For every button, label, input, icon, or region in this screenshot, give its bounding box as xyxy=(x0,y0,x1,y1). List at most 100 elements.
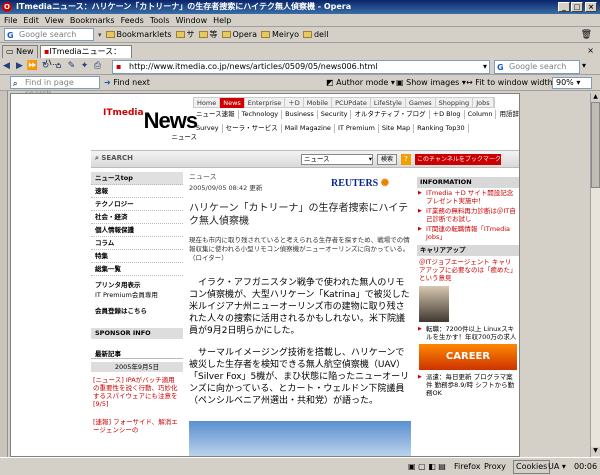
trash-icon[interactable]: 🗑 xyxy=(581,30,592,40)
search-dropdown-icon[interactable]: ▾ xyxy=(98,31,102,39)
bookmark-tou[interactable]: 等 xyxy=(198,29,218,40)
ad-item-1[interactable]: 転職：7200件以上 Linuxスキルを生かす！年収700万の求人 xyxy=(417,324,519,342)
nav-security[interactable]: Security xyxy=(318,110,352,119)
tab-itmedia[interactable]: ▪ITmediaニュース：ハ... xyxy=(40,45,132,67)
info-item-1[interactable]: ITmedia ＋D サイト開設記念プレゼント実施中！ xyxy=(417,188,519,206)
nav-ranking[interactable]: Ranking Top30 xyxy=(414,124,469,133)
home-icon[interactable]: ⌂ xyxy=(52,60,65,73)
site-logo[interactable]: ITmediaNews ニュース xyxy=(103,108,198,141)
tab-pcupdate[interactable]: PCUPdate xyxy=(332,98,371,108)
nav-column[interactable]: Column xyxy=(465,110,497,119)
ad-item-2[interactable]: 派遣：毎日更新 プログラマ案件 勤務歩8.9/時 シフトから勤務OK xyxy=(417,372,519,398)
search-dropdown-icon[interactable]: ▾ xyxy=(582,61,586,70)
info-item-3[interactable]: IT関連の転職情報「ITmedia Jobs」 xyxy=(417,224,519,242)
leftnav-privacy[interactable]: 個人情報保護 xyxy=(91,224,183,237)
member-register-link[interactable]: 会員登録はこちら xyxy=(95,305,147,315)
latest-news-1[interactable]: [ニュース] IPAがバッチ適用の重要性を説く行動、巧妙化するスパイウェアにも注… xyxy=(93,376,181,408)
tab-mobile[interactable]: Mobile xyxy=(304,98,333,108)
nav-glossary[interactable]: 用語辞典 xyxy=(496,110,519,119)
nav-site-map[interactable]: Site Map xyxy=(379,124,415,133)
leftnav-news-top[interactable]: ニュースtop xyxy=(91,172,183,185)
menu-help[interactable]: Help xyxy=(213,14,231,26)
tab-shopping[interactable]: Shopping xyxy=(436,98,474,108)
search-category-select[interactable]: ニュース ▾ xyxy=(301,154,373,165)
bookmark-icon[interactable]: ✎ xyxy=(65,60,78,73)
show-images-button[interactable]: ▣ Show images ▾ xyxy=(396,77,466,89)
dropdown-icon[interactable]: ▾ xyxy=(483,61,487,73)
info-item-2[interactable]: IT業務の無料再力診断は＠IT自己診断でお試し xyxy=(417,206,519,224)
nav-survey[interactable]: Survey xyxy=(193,124,223,133)
tab-enterprise[interactable]: Enterprise xyxy=(245,98,286,108)
wand-icon[interactable]: ✦ xyxy=(78,60,91,73)
nav-mail-magazine[interactable]: Mail Magazine xyxy=(282,124,335,133)
leftnav-column[interactable]: コラム xyxy=(91,237,183,250)
bookmark-dell[interactable]: dell xyxy=(302,30,328,39)
maximize-button[interactable]: □ xyxy=(571,2,583,12)
leftnav-society[interactable]: 社会・経済 xyxy=(91,211,183,224)
proxy-button[interactable]: Proxy xyxy=(484,460,506,474)
scroll-up-icon[interactable]: ▲ xyxy=(591,93,600,102)
tab-games[interactable]: Games xyxy=(406,98,436,108)
find-in-page-input[interactable]: ⌕Find in page search xyxy=(10,76,100,98)
bookmark-sa[interactable]: サ xyxy=(175,29,195,40)
author-mode-button[interactable]: ◩ Author mode ▾ xyxy=(326,77,395,89)
leftnav-list[interactable]: 総集一覧 xyxy=(91,263,183,276)
menu-edit[interactable]: Edit xyxy=(23,14,39,26)
bookmark-bookmarklets[interactable]: Bookmarklets xyxy=(105,30,172,39)
menu-file[interactable]: File xyxy=(4,14,17,26)
scroll-thumb[interactable] xyxy=(591,102,600,188)
back-icon[interactable]: ◀ xyxy=(0,60,13,73)
side-panel-toggle[interactable] xyxy=(0,91,8,459)
leftnav-feature[interactable]: 特集 xyxy=(91,250,183,263)
tab-lifestyle[interactable]: LifeStyle xyxy=(371,98,406,108)
leftnav-sokuho[interactable]: 速報 xyxy=(91,185,183,198)
bookmark-meiryo[interactable]: Meiryo xyxy=(261,30,299,39)
tab-plusd[interactable]: ＋D xyxy=(285,98,304,108)
tab-news[interactable]: News xyxy=(220,98,245,108)
nav-it-premium[interactable]: IT Premium xyxy=(335,124,379,133)
nav-seminar[interactable]: セーラ・サービス xyxy=(223,124,282,133)
nav-alternative-blog[interactable]: オルタナティブ・ブログ xyxy=(351,110,430,119)
nav-plusd-blog[interactable]: ＋D Blog xyxy=(430,110,465,119)
nav-technology[interactable]: Technology xyxy=(239,110,283,119)
google-search-input[interactable]: G Google search xyxy=(4,28,94,41)
scroll-down-icon[interactable]: ▼ xyxy=(591,447,600,456)
menu-feeds[interactable]: Feeds xyxy=(121,14,144,26)
bookmark-opera[interactable]: Opera xyxy=(221,30,257,39)
firefox-button[interactable]: Firefox xyxy=(454,460,480,474)
zoom-select[interactable]: 90% ▾ xyxy=(552,77,592,89)
minimize-button[interactable]: _ xyxy=(558,2,570,12)
menu-bookmarks[interactable]: Bookmarks xyxy=(70,14,115,26)
fast-forward-icon[interactable]: ⏩ xyxy=(26,60,39,73)
menu-window[interactable]: Window xyxy=(176,14,208,26)
forward-icon[interactable]: ▶ xyxy=(13,60,26,73)
status-icons[interactable]: ▣ ▢ ◧ ▤ xyxy=(408,460,446,474)
tab-close-icon[interactable]: × xyxy=(587,46,594,55)
search-button[interactable]: 検索 xyxy=(377,154,397,165)
menu-view[interactable]: View xyxy=(45,14,64,26)
cookies-button[interactable]: Cookies xyxy=(513,460,551,474)
latest-news-2[interactable]: [速報] フォーサイド、解消エージェンシーの xyxy=(93,418,181,434)
new-tab-button[interactable]: ▭ New xyxy=(2,45,38,58)
find-next-button[interactable]: ➜ Find next xyxy=(104,77,150,89)
tab-home[interactable]: Home xyxy=(194,98,221,108)
nav-business[interactable]: Business xyxy=(282,110,318,119)
help-icon[interactable]: ? xyxy=(401,154,411,165)
nav-sokuho[interactable]: ニュース速報 xyxy=(193,110,239,119)
address-field[interactable]: ▪ http://www.itmedia.co.jp/news/articles/… xyxy=(112,60,490,74)
menu-tools[interactable]: Tools xyxy=(150,14,170,26)
bookmark-channel-button[interactable]: このチャンネルをブックマーク xyxy=(415,154,501,165)
window-title-bar[interactable]: O ITmediaニュース：ハリケーン「カトリーナ」の生存者捜索にハイテク無人偵… xyxy=(0,0,600,14)
tab-jobs[interactable]: Jobs xyxy=(473,98,494,108)
google-search-input-2[interactable]: G Google search xyxy=(494,60,580,74)
leftnav-technology[interactable]: テクノロジー xyxy=(91,198,183,211)
print-view-link[interactable]: プリンタ用表示 IT Premium会員専用 xyxy=(95,279,158,299)
print-icon[interactable]: ⎙ xyxy=(91,60,104,73)
career-text[interactable]: ＠ITジョブエージェント キャリアアップに必要なのは「癒めた」という意見 xyxy=(417,256,519,284)
fit-to-window-button[interactable]: ↔ Fit to window width xyxy=(466,77,553,89)
close-button[interactable]: × xyxy=(585,2,597,12)
reload-icon[interactable]: ↻ xyxy=(39,60,52,73)
career-banner[interactable]: CAREER xyxy=(419,344,517,370)
ua-button[interactable]: UA ▾ xyxy=(548,460,566,474)
vertical-scrollbar[interactable]: ▲ ▼ xyxy=(590,93,600,457)
